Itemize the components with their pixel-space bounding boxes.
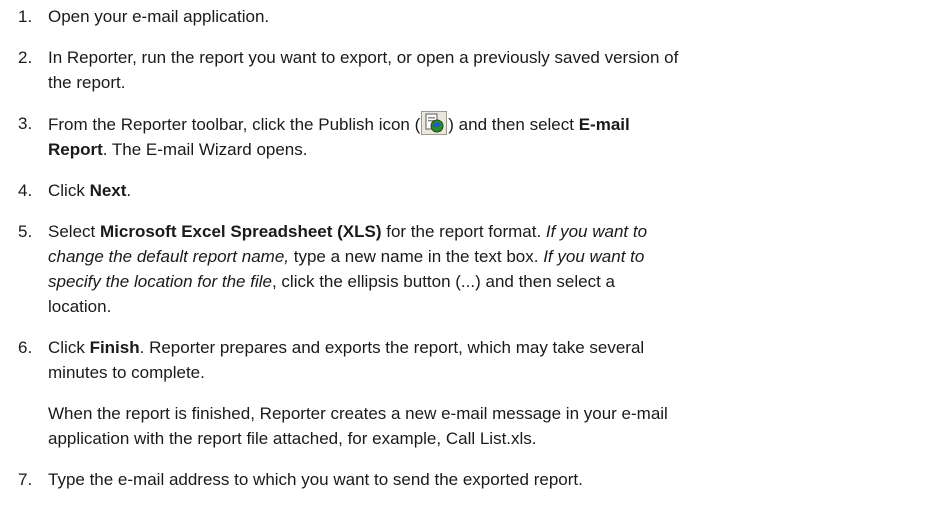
step-text: location. [48, 297, 112, 316]
step-number: 2. [18, 48, 33, 67]
step-text: , click the ellipsis button (...) and th… [271, 272, 615, 291]
step-text: Type the e-mail address to which you wan… [48, 470, 583, 489]
step-text: change the default report name, [48, 247, 289, 266]
step-number: 1. [18, 7, 33, 26]
step-number: 5. [18, 222, 33, 241]
step-text: Open your e-mail application. [48, 7, 270, 26]
step-3: 3. From the Reporter toolbar, click the … [18, 111, 938, 162]
format-name: Microsoft Excel Spreadsheet (XLS) [99, 222, 382, 241]
step-text: the report. [48, 73, 126, 92]
step-text: Select [48, 222, 100, 241]
step-text: If you want to [545, 222, 648, 241]
step-text: In Reporter, run the report you want to … [48, 48, 679, 67]
step-text: If you want to [543, 247, 645, 266]
note-paragraph: When the report is finished, Reporter cr… [48, 401, 936, 451]
step-6: 6. Click Finish. Reporter prepares and e… [18, 335, 938, 385]
step-text: Click [48, 338, 90, 357]
step-4: 4. Click Next. [18, 178, 938, 203]
document-page: 1. Open your e-mail application. 2. In R… [0, 0, 942, 514]
step-text: for the report format. [381, 222, 546, 241]
step-text: From the Reporter toolbar, click the Pub… [48, 115, 421, 134]
step-text: ) and then select [448, 115, 579, 134]
step-2: 2. In Reporter, run the report you want … [18, 45, 938, 95]
note-text: application with the report file attache… [48, 429, 537, 448]
step-text: minutes to complete. [48, 363, 205, 382]
step-5: 5. Select Microsoft Excel Spreadsheet (X… [18, 219, 938, 319]
step-number: 7. [18, 470, 33, 489]
step-7: 7. Type the e-mail address to which you … [18, 467, 938, 492]
step-text: type a new name in the text box. [289, 247, 544, 266]
step-number: 6. [18, 338, 33, 357]
step-text: Click [48, 181, 90, 200]
step-text: specify the location for the file [48, 272, 272, 291]
step-text: . [126, 181, 132, 200]
button-name: Finish [89, 338, 140, 357]
step-1: 1. Open your e-mail application. [18, 4, 938, 29]
note-text: When the report is finished, Reporter cr… [48, 404, 668, 423]
menu-item-name: E-mail [578, 115, 630, 134]
step-text: . The E-mail Wizard opens. [102, 140, 308, 159]
menu-item-name: Report [48, 140, 103, 159]
button-name: Next [89, 181, 127, 200]
step-text: . Reporter prepares and exports the repo… [139, 338, 645, 357]
publish-icon [421, 111, 448, 135]
step-number: 3. [18, 114, 33, 133]
step-number: 4. [18, 181, 33, 200]
